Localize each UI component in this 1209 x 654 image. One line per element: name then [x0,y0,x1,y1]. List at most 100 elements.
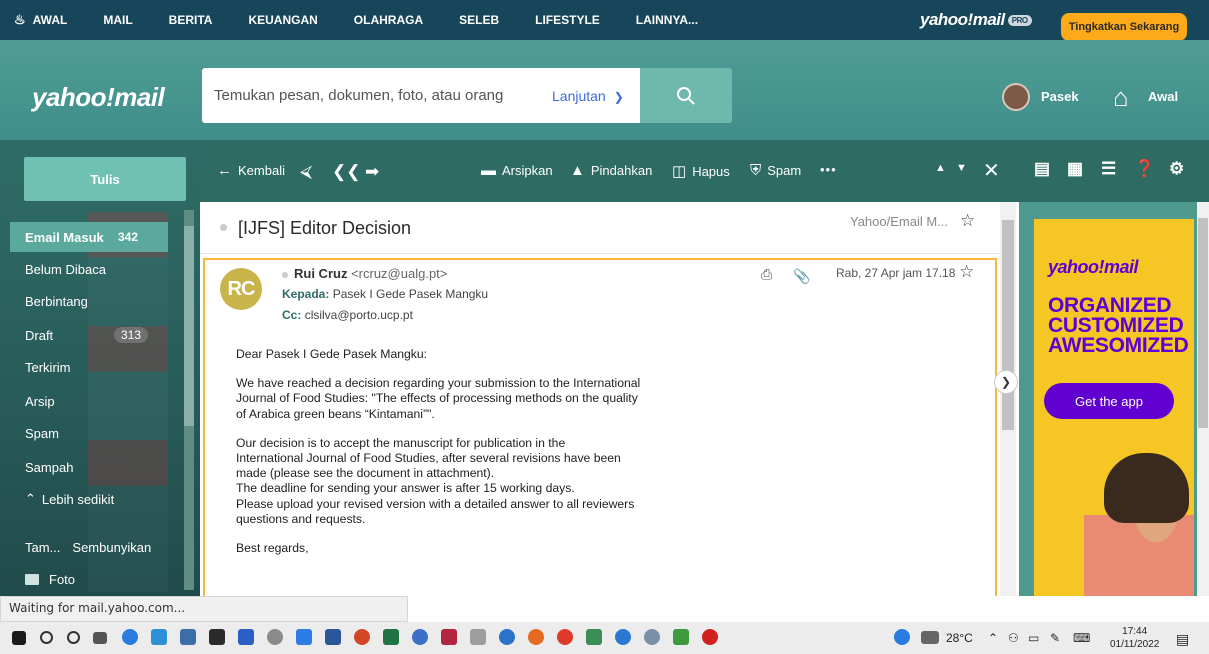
app-icon[interactable] [441,629,457,645]
folder-inbox[interactable]: Email Masuk 342 [10,222,168,252]
advanced-search-dropdown[interactable]: Lanjutan ❯ [552,88,624,104]
view-more-link[interactable]: Tam... [25,540,60,555]
gear-icon[interactable]: ⚙ [1169,159,1184,179]
notification-icon[interactable]: ▤ [1176,631,1189,648]
user-avatar[interactable] [1002,83,1030,111]
mail-icon[interactable] [180,629,196,645]
message-scroll-thumb[interactable] [1002,220,1014,430]
message-pane: [IJFS] Editor Decision Yahoo/Email M... … [200,202,1016,596]
app-icon[interactable] [470,629,486,645]
app-icon[interactable] [151,629,167,645]
star-icon[interactable]: ☆ [960,211,975,231]
powerpoint-icon[interactable] [354,629,370,645]
keyboard-icon[interactable]: ⌨ [1073,631,1090,645]
delete-button[interactable]: ◫ Hapus [672,162,730,180]
contacts-icon[interactable]: ▤ [1034,159,1050,179]
yahoo-mail-pro-logo[interactable]: yahoo!mail PRO [920,10,1032,30]
move-button[interactable]: ▲ Pindahkan [570,162,652,179]
app-icon[interactable] [499,629,515,645]
app-icon[interactable] [586,629,602,645]
folder-sent[interactable]: Terkirim [10,352,168,382]
opera-icon[interactable] [702,629,718,645]
app-icon[interactable] [412,629,428,645]
zoom-icon[interactable] [296,629,312,645]
reply-icon[interactable]: ⮘ [300,162,312,182]
spam-label: Spam [767,163,802,178]
search-button[interactable] [640,68,732,123]
nav-mail[interactable]: MAIL [103,13,132,27]
nav-awal[interactable]: ♨ AWAL [14,12,67,28]
nav-keuangan[interactable]: KEUANGAN [248,13,317,27]
app-icon[interactable] [238,629,254,645]
paperclip-icon[interactable]: 📎 [793,268,810,285]
task-view-icon[interactable] [93,632,107,644]
yahoo-mail-logo[interactable]: yahoo!mail [32,82,165,113]
next-message-icon[interactable]: ▼ [956,162,967,174]
folder-trash[interactable]: Sampah [10,452,168,482]
nav-olahraga[interactable]: OLAHRAGA [354,13,423,27]
temperature[interactable]: 28°C [946,631,973,645]
folder-starred[interactable]: Berbintang [10,286,168,316]
help-icon[interactable] [894,629,910,645]
word-icon[interactable] [325,629,341,645]
pen-icon[interactable]: ✎ [1050,631,1060,645]
previous-message-icon[interactable]: ▲ [935,162,946,174]
chrome-icon[interactable] [557,629,573,645]
spam-button[interactable]: ⛨ Spam [750,162,801,179]
nav-lifestyle[interactable]: LIFESTYLE [535,13,600,27]
notepad-icon[interactable]: ☰ [1101,159,1116,179]
chevron-up-icon[interactable]: ⌃ [988,631,998,645]
pro-badge: PRO [1007,15,1032,27]
windows-start-icon[interactable] [12,631,26,645]
folder-drafts[interactable]: Draft 313 [10,320,168,350]
archive-button[interactable]: ▬ Arsipkan [481,162,553,179]
home-link[interactable]: Awal [1148,89,1178,104]
folder-spam[interactable]: Spam [10,418,168,448]
advertisement[interactable]: yahoo!mail ORGANIZED CUSTOMIZED AWESOMIZ… [1034,219,1194,596]
folder-unread[interactable]: Belum Dibaca [10,254,168,284]
search-input[interactable] [214,68,534,123]
help-icon[interactable]: ❓ [1134,159,1155,179]
close-icon[interactable]: ✕ [983,158,1000,183]
edge-icon[interactable] [122,629,138,645]
move-icon: ▲ [570,162,585,179]
dropbox-icon[interactable] [209,629,225,645]
system-clock[interactable]: 17:44 01/11/2022 [1110,625,1159,651]
star-icon[interactable]: ☆ [959,262,974,282]
nav-berita[interactable]: BERITA [169,13,213,27]
sender-email: <rcruz@ualg.pt> [351,266,448,281]
sidebar-scroll-thumb[interactable] [184,226,194,426]
sender-line[interactable]: Rui Cruz <rcruz@ualg.pt> [282,266,447,281]
more-button[interactable]: ••• [820,162,837,177]
calendar-icon[interactable]: ▦ [1067,159,1083,179]
ad-scroll-thumb[interactable] [1198,218,1208,428]
firefox-icon[interactable] [528,629,544,645]
app-icon[interactable] [644,629,660,645]
nav-lainnya[interactable]: LAINNYA... [636,13,698,27]
print-icon[interactable]: ⎙ [761,266,772,283]
reply-all-icon[interactable]: ❮❮ [332,162,361,182]
show-less-toggle[interactable]: ⌃ Lebih sedikit [10,484,168,514]
excel-icon[interactable] [383,629,399,645]
folder-archive[interactable]: Arsip [10,386,168,416]
battery-icon[interactable]: ▭ [1028,631,1039,645]
compose-button[interactable]: Tulis [24,157,186,201]
search-icon[interactable] [40,631,53,644]
hide-link[interactable]: Sembunyikan [72,540,151,555]
folder-photos[interactable]: Foto [10,564,168,594]
home-icon[interactable]: ⌂ [1113,82,1129,113]
app-icon[interactable] [673,629,689,645]
weather-icon[interactable] [921,631,939,644]
nav-seleb[interactable]: SELEB [459,13,499,27]
telegram-icon[interactable] [615,629,631,645]
settings-icon[interactable] [267,629,283,645]
forward-icon[interactable]: ➡ [365,162,379,182]
user-name[interactable]: Pasek [1041,89,1079,104]
speaker-icon[interactable]: ⚇ [1008,631,1019,645]
folder-tag[interactable]: Yahoo/Email M... [850,214,948,229]
get-app-button[interactable]: Get the app [1044,383,1174,419]
chevron-right-icon[interactable]: ❯ [994,370,1018,394]
back-button[interactable]: ← Kembali [217,162,285,179]
cortana-icon[interactable] [67,631,80,644]
upgrade-button[interactable]: Tingkatkan Sekarang [1061,13,1187,41]
